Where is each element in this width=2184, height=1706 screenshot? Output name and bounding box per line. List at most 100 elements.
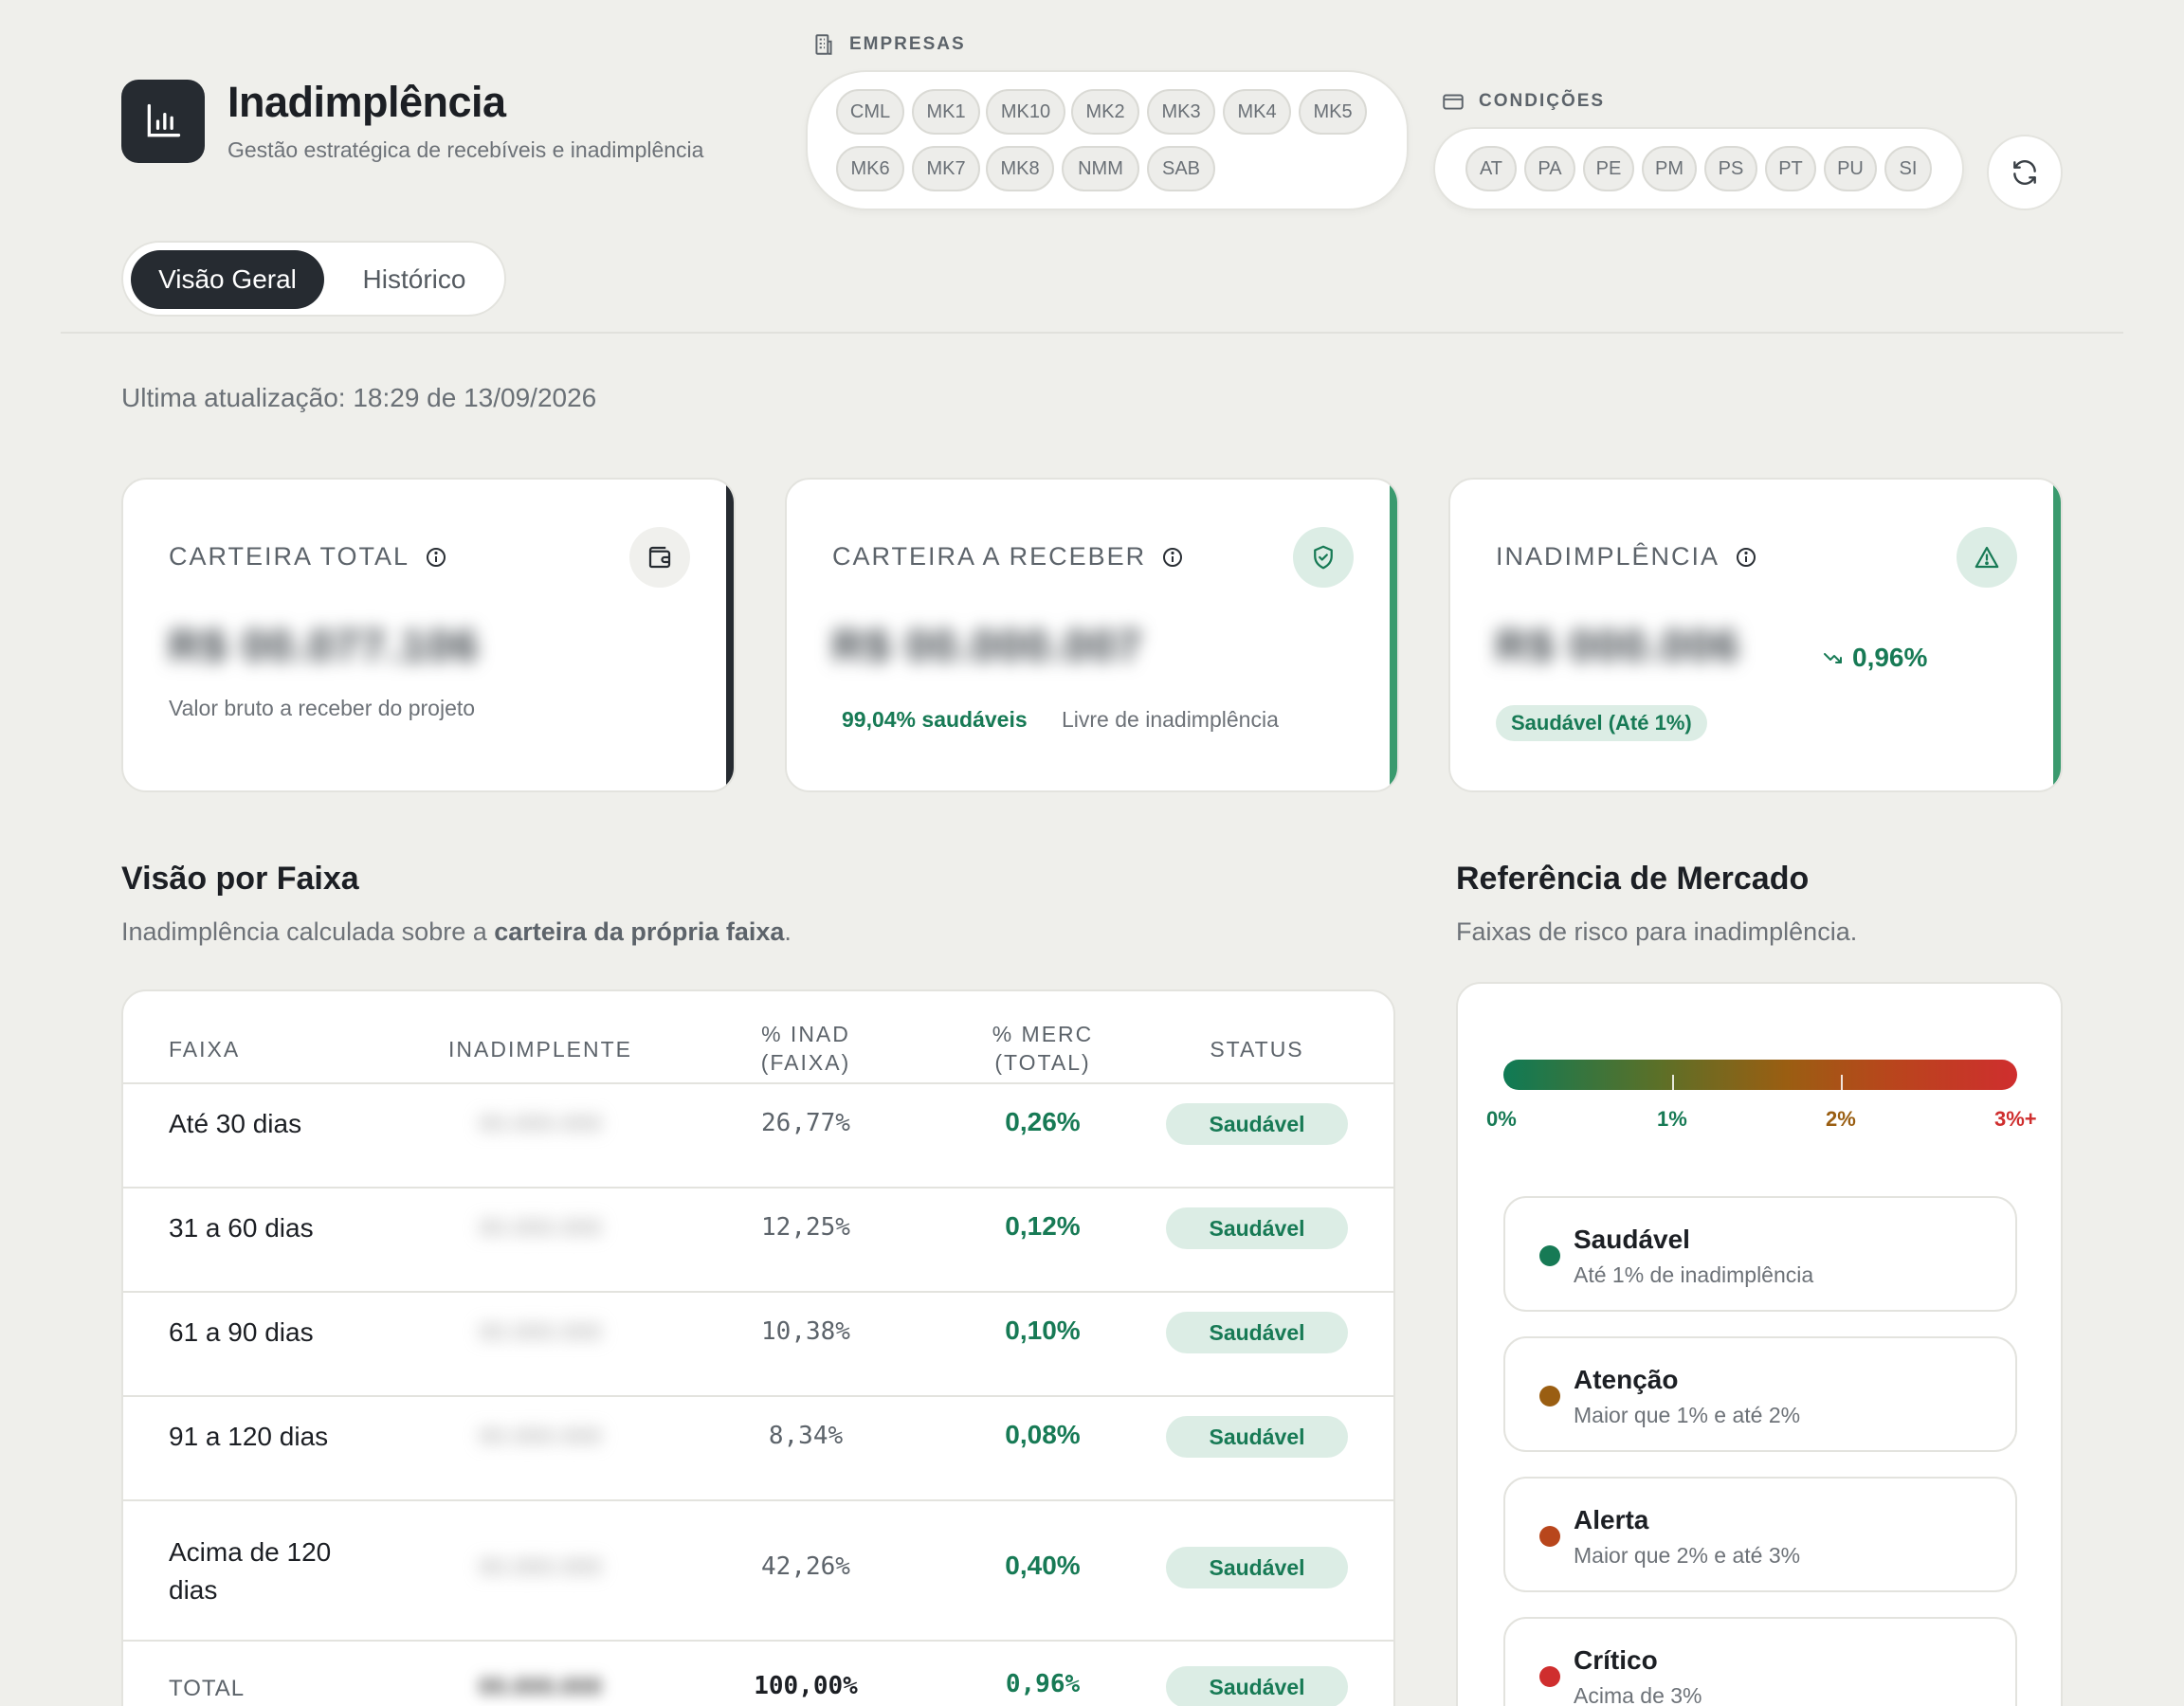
kpi-value-blurred: R$ 00.077.106 (169, 621, 480, 670)
condicao-chip-pt[interactable]: PT (1765, 146, 1816, 191)
last-update-text: Ultima atualização: 18:29 de 13/09/2026 (121, 383, 597, 412)
status-badge: Saudável (1166, 1312, 1348, 1353)
view-tabs: Visão Geral Histórico (121, 241, 506, 317)
cell-pct-merc: 0,40% (1005, 1551, 1081, 1580)
status-badge: Saudável (Até 1%) (1496, 705, 1707, 741)
tab-visao-geral[interactable]: Visão Geral (131, 250, 324, 309)
kpi-label-text: CARTEIRA TOTAL (169, 542, 410, 571)
empresa-chip-mk4[interactable]: MK4 (1223, 89, 1291, 135)
kpi-card-carteira-total: CARTEIRA TOTAL R$ 00.077.106 Valor bruto… (121, 478, 736, 792)
risk-level-name: Saudável (1574, 1225, 1690, 1254)
empresa-chip-mk1[interactable]: MK1 (912, 89, 980, 135)
cell-pct-faixa: 42,26% (761, 1552, 850, 1581)
column-header-pct-merc: % MERC (TOTAL) (992, 1022, 1094, 1075)
row-divider (123, 1082, 1393, 1084)
empresa-chip-mk8[interactable]: MK8 (986, 146, 1054, 191)
header-divider (61, 332, 2123, 334)
cell-faixa: 31 a 60 dias (169, 1213, 314, 1243)
status-dot (1539, 1386, 1560, 1407)
status-badge: Saudável (1166, 1103, 1348, 1145)
condicoes-filter-label: CONDIÇÕES (1441, 89, 1605, 114)
cell-pct-merc: 0,26% (1005, 1107, 1081, 1136)
risk-level-desc: Acima de 3% (1574, 1683, 1702, 1706)
status-badge: Saudável (1166, 1416, 1348, 1458)
cell-inadimplente-blurred: 00.000.000 (478, 1213, 603, 1242)
cell-faixa: 91 a 120 dias (169, 1422, 329, 1451)
referencia-section-title: Referência de Mercado (1456, 861, 1810, 897)
empresa-chip-mk10[interactable]: MK10 (986, 89, 1065, 135)
condicoes-chip-panel: AT PA PE PM PS PT PU SI (1433, 127, 1964, 210)
subtitle-post: . (784, 917, 792, 946)
referencia-section-subtitle: Faixas de risco para inadimplência. (1456, 917, 1858, 946)
risk-level-name: Crítico (1574, 1645, 1658, 1675)
risk-scale-bar (1503, 1060, 2017, 1090)
empresa-chip-cml[interactable]: CML (836, 89, 904, 135)
scale-label-2: 2% (1826, 1107, 1856, 1131)
info-icon[interactable] (425, 546, 447, 569)
status-badge: Saudável (1166, 1207, 1348, 1249)
risk-level-desc: Até 1% de inadimplência (1574, 1262, 1814, 1287)
row-divider (123, 1291, 1393, 1293)
empresa-chip-mk2[interactable]: MK2 (1071, 89, 1139, 135)
cell-pct-faixa: 10,38% (761, 1317, 850, 1346)
kpi-note: Livre de inadimplência (1062, 707, 1279, 732)
condicao-chip-pe[interactable]: PE (1583, 146, 1634, 191)
cell-inadimplente-blurred: 00.000.000 (478, 1552, 603, 1581)
kpi-label: INADIMPLÊNCIA (1496, 542, 1757, 572)
kpi-value-blurred: R$ 00.000.007 (832, 621, 1143, 670)
empresas-label-text: EMPRESAS (849, 34, 966, 54)
cell-pct-faixa: 100,00% (754, 1672, 858, 1700)
scale-tick (1672, 1075, 1674, 1090)
kpi-value-blurred: R$ 000.006 (1496, 621, 1740, 670)
cell-pct-merc: 0,10% (1005, 1316, 1081, 1345)
cell-pct-faixa: 12,25% (761, 1213, 850, 1242)
row-divider (123, 1187, 1393, 1189)
faixa-section-subtitle: Inadimplência calculada sobre a carteira… (121, 917, 792, 947)
empresa-chip-mk6[interactable]: MK6 (836, 146, 904, 191)
faixa-table: FAIXA INADIMPLENTE % INAD (FAIXA) % MERC… (121, 989, 1395, 1706)
trend-value: 0,96% (1852, 643, 1928, 672)
status-badge: Saudável (1166, 1547, 1348, 1588)
empresa-chip-mk5[interactable]: MK5 (1299, 89, 1367, 135)
kpi-label: CARTEIRA TOTAL (169, 542, 447, 572)
scale-label-1: 1% (1657, 1107, 1687, 1131)
risk-level-critico: Crítico Acima de 3% (1503, 1617, 2017, 1706)
cell-pct-faixa: 8,34% (768, 1422, 844, 1450)
empresa-chip-nmm[interactable]: NMM (1062, 146, 1139, 191)
empresa-chip-mk7[interactable]: MK7 (912, 146, 980, 191)
cell-faixa: 61 a 90 dias (169, 1317, 314, 1347)
info-icon[interactable] (1161, 546, 1184, 569)
card-icon (1443, 94, 1464, 110)
kpi-card-carteira-receber: CARTEIRA A RECEBER R$ 00.000.007 99,04% … (785, 478, 1399, 792)
trend-down-icon (1824, 653, 1842, 663)
kpi-accent (726, 480, 734, 790)
cell-total-label: TOTAL (169, 1676, 246, 1701)
risk-level-desc: Maior que 2% e até 3% (1574, 1543, 1801, 1568)
condicao-chip-si[interactable]: SI (1884, 146, 1932, 191)
risk-level-name: Alerta (1574, 1505, 1649, 1534)
tab-historico[interactable]: Histórico (328, 250, 500, 309)
cell-pct-merc: 0,08% (1005, 1420, 1081, 1449)
scale-label-3: 3%+ (1994, 1107, 2037, 1131)
condicao-chip-ps[interactable]: PS (1704, 146, 1757, 191)
cell-pct-merc: 0,12% (1005, 1211, 1081, 1241)
refresh-button[interactable] (1987, 135, 2063, 210)
faixa-section-title: Visão por Faixa (121, 861, 359, 897)
condicao-chip-pu[interactable]: PU (1824, 146, 1877, 191)
empresas-filter-label: EMPRESAS (811, 32, 966, 57)
app-logo (121, 80, 205, 163)
saudaveis-pct: 99,04% saudáveis (842, 707, 1028, 732)
empresa-chip-mk3[interactable]: MK3 (1147, 89, 1215, 135)
alert-triangle-icon (1975, 546, 1999, 569)
condicao-chip-pm[interactable]: PM (1642, 146, 1697, 191)
column-header-status: STATUS (1210, 1037, 1304, 1062)
column-header-pct-faixa: % INAD (FAIXA) (760, 1022, 851, 1075)
column-header-faixa: FAIXA (169, 1037, 241, 1062)
info-icon[interactable] (1735, 546, 1757, 569)
condicao-chip-at[interactable]: AT (1465, 146, 1517, 191)
risk-level-desc: Maior que 1% e até 2% (1574, 1403, 1801, 1427)
row-divider (123, 1640, 1393, 1642)
condicao-chip-pa[interactable]: PA (1524, 146, 1575, 191)
risk-level-saudavel: Saudável Até 1% de inadimplência (1503, 1196, 2017, 1312)
empresa-chip-sab[interactable]: SAB (1147, 146, 1215, 191)
